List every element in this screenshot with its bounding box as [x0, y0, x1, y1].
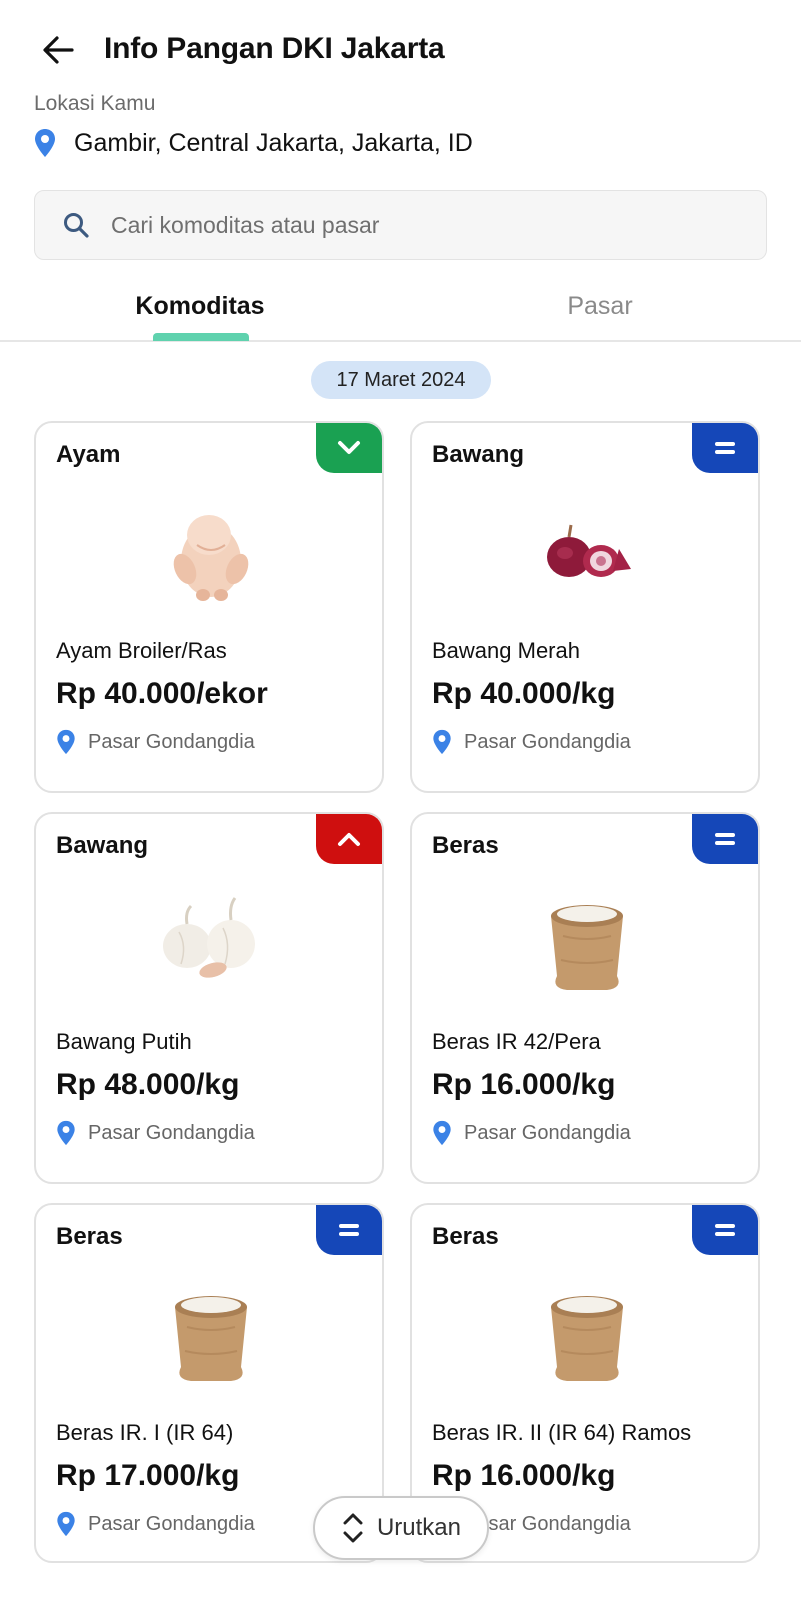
- card-market-name: Pasar Gondangdia: [88, 730, 255, 753]
- search-input[interactable]: [111, 211, 711, 239]
- location-selector[interactable]: Gambir, Central Jakarta, Jakarta, ID: [34, 128, 473, 158]
- card-price: Rp 17.000/kg: [56, 1459, 240, 1492]
- card-category: Beras: [432, 832, 499, 859]
- page-title: Info Pangan DKI Jakarta: [104, 32, 445, 65]
- card-market: Pasar Gondangdia: [56, 1120, 255, 1146]
- location-pin-icon: [433, 729, 451, 755]
- card-market-name: Pasar Gondangdia: [464, 1121, 631, 1144]
- tab-pasar[interactable]: Pasar: [500, 292, 700, 321]
- card-price: Rp 40.000/kg: [432, 677, 616, 710]
- equals-icon: [715, 1224, 735, 1236]
- location-label: Lokasi Kamu: [34, 92, 156, 115]
- card-commodity-name: Bawang Putih: [56, 1029, 192, 1054]
- commodity-card[interactable]: Bawang Bawang Merah Rp 40.000/kg Pasar G…: [410, 421, 760, 793]
- trend-badge-same: [692, 814, 758, 864]
- trend-badge-up: [316, 814, 382, 864]
- rice-sack-image: [551, 1296, 623, 1381]
- location-pin-icon: [57, 729, 75, 755]
- chicken-image: [173, 515, 249, 601]
- location-pin-icon: [57, 1120, 75, 1146]
- tab-bar: Komoditas Pasar: [0, 280, 801, 342]
- commodity-card[interactable]: Bawang Bawang Putih Rp 48.000/kg Pasar G…: [34, 812, 384, 1184]
- red-onion-image: [547, 524, 631, 577]
- search-bar[interactable]: [34, 190, 767, 260]
- commodity-card[interactable]: Ayam Ayam Broiler/Ras Rp 40.000/ekor Pas…: [34, 421, 384, 793]
- rice-sack-image: [551, 905, 623, 990]
- card-price: Rp 40.000/ekor: [56, 677, 268, 710]
- card-price: Rp 48.000/kg: [56, 1068, 240, 1101]
- card-market-name: Pasar Gondangdia: [464, 1512, 631, 1535]
- card-market-name: Pasar Gondangdia: [88, 1512, 255, 1535]
- location-pin-icon: [433, 1120, 451, 1146]
- sort-label: Urutkan: [376, 1514, 462, 1541]
- trend-badge-same: [692, 423, 758, 473]
- card-commodity-name: Beras IR 42/Pera: [432, 1029, 601, 1054]
- card-commodity-name: Ayam Broiler/Ras: [56, 638, 227, 663]
- sort-icon: [343, 1513, 363, 1543]
- equals-icon: [339, 1224, 359, 1236]
- trend-badge-same: [316, 1205, 382, 1255]
- card-market: Pasar Gondangdia: [432, 729, 631, 755]
- back-button[interactable]: [38, 30, 78, 70]
- location-pin-icon: [35, 129, 55, 157]
- equals-icon: [715, 442, 735, 454]
- card-market: Pasar Gondangdia: [56, 1511, 255, 1537]
- card-market: Pasar Gondangdia: [56, 729, 255, 755]
- rice-sack-image: [175, 1296, 247, 1381]
- date-badge: 17 Maret 2024: [311, 361, 491, 399]
- chevron-down-icon: [338, 441, 360, 454]
- trend-badge-down: [316, 423, 382, 473]
- card-commodity-name: Beras IR. II (IR 64) Ramos: [432, 1420, 692, 1445]
- card-commodity-name: Bawang Merah: [432, 638, 580, 663]
- card-category: Bawang: [56, 832, 149, 859]
- card-market: Pasar Gondangdia: [432, 1120, 631, 1146]
- active-tab-indicator: [153, 333, 249, 341]
- card-commodity-name: Beras IR. I (IR 64): [56, 1420, 234, 1445]
- card-market-name: Pasar Gondangdia: [88, 1121, 255, 1144]
- arrow-left-icon: [43, 36, 74, 64]
- sort-button[interactable]: Urutkan: [313, 1496, 489, 1560]
- chevron-up-icon: [338, 833, 360, 846]
- card-price: Rp 16.000/kg: [432, 1068, 616, 1101]
- garlic-image: [163, 897, 255, 978]
- equals-icon: [715, 833, 735, 845]
- card-market-name: Pasar Gondangdia: [464, 730, 631, 753]
- tab-komoditas[interactable]: Komoditas: [100, 292, 300, 321]
- card-category: Bawang: [432, 441, 525, 468]
- search-icon: [64, 213, 89, 238]
- trend-badge-same: [692, 1205, 758, 1255]
- top-app-bar: Info Pangan DKI Jakarta: [0, 0, 801, 100]
- location-value: Gambir, Central Jakarta, Jakarta, ID: [74, 128, 473, 157]
- card-category: Beras: [56, 1223, 123, 1250]
- commodity-card[interactable]: Beras Beras IR 42/Pera Rp 16.000/kg Pasa…: [410, 812, 760, 1184]
- card-category: Ayam: [56, 441, 121, 468]
- card-price: Rp 16.000/kg: [432, 1459, 616, 1492]
- card-category: Beras: [432, 1223, 499, 1250]
- location-pin-icon: [57, 1511, 75, 1537]
